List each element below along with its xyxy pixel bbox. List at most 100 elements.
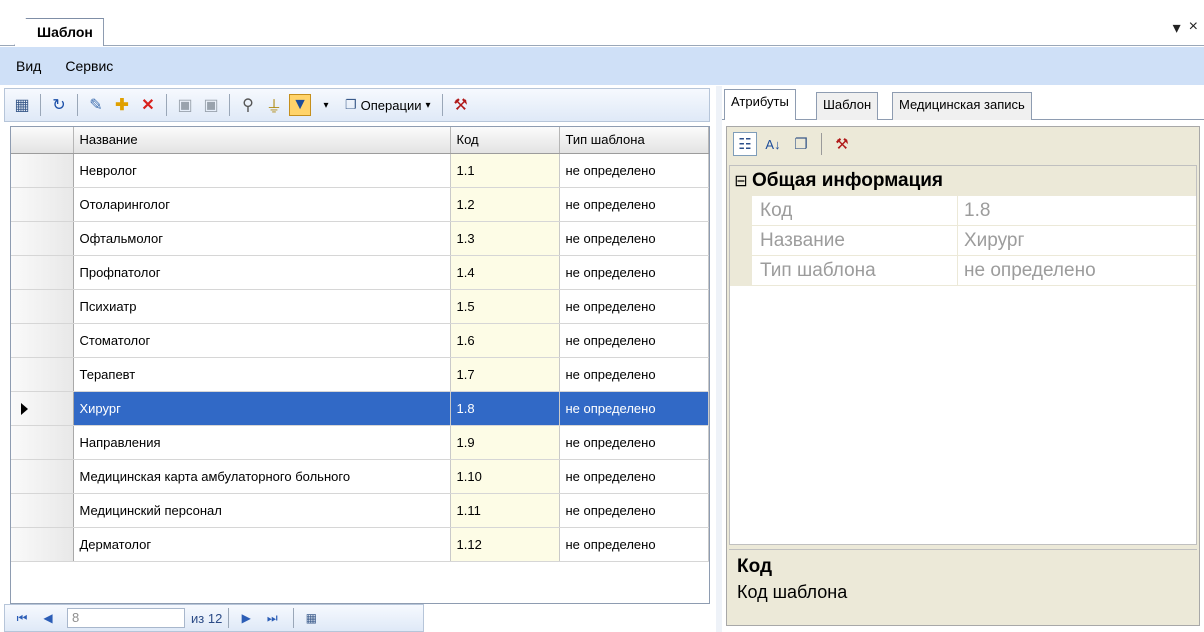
table-row[interactable]: Психиатр 1.5 не определено [11, 289, 709, 324]
cell-type[interactable]: не определено [559, 493, 709, 528]
tools-icon[interactable]: ⚒ [450, 94, 472, 116]
cell-name[interactable]: Медицинская карта амбулаторного больного [73, 459, 451, 494]
cell-type[interactable]: не определено [559, 221, 709, 256]
cell-name[interactable]: Офтальмолог [73, 221, 451, 256]
last-record-icon[interactable]: ⏭ [261, 608, 283, 628]
table-row[interactable]: Направления 1.9 не определено [11, 425, 709, 460]
pin-dropdown-icon[interactable]: ▾ [1173, 18, 1181, 38]
cell-type[interactable]: не определено [559, 391, 709, 426]
cell-name[interactable]: Хирург [73, 391, 451, 426]
record-position-input[interactable]: 8 [67, 608, 185, 628]
cell-type[interactable]: не определено [559, 255, 709, 290]
row-indicator[interactable] [11, 425, 74, 460]
cell-code[interactable]: 1.12 [450, 527, 560, 562]
previous-record-icon[interactable]: ◀ [37, 608, 59, 628]
filter-clear-icon[interactable]: ⏚ [263, 94, 285, 116]
tab-attributes[interactable]: Атрибуты [724, 89, 796, 120]
save-icon[interactable]: ▣ [174, 94, 196, 116]
cell-code[interactable]: 1.1 [450, 153, 560, 188]
row-indicator[interactable] [11, 357, 74, 392]
table-row[interactable]: Медицинская карта амбулаторного больного… [11, 459, 709, 494]
cell-type[interactable]: не определено [559, 187, 709, 222]
cell-type[interactable]: не определено [559, 153, 709, 188]
collapse-icon[interactable]: ⊟ [730, 171, 752, 191]
tab-medical-record[interactable]: Медицинская запись [892, 92, 1032, 120]
tab-template[interactable]: Шаблон [816, 92, 879, 120]
row-indicator[interactable] [11, 391, 74, 426]
tools-icon[interactable]: ⚒ [830, 132, 854, 156]
column-header-code[interactable]: Код [450, 127, 560, 154]
document-tab[interactable]: Шаблон [14, 18, 104, 46]
table-row[interactable]: Профпатолог 1.4 не определено [11, 255, 709, 290]
property-value[interactable]: 1.8 [958, 196, 1196, 226]
cell-type[interactable]: не определено [559, 459, 709, 494]
table-view-icon[interactable]: ▦ [300, 608, 322, 628]
categorized-icon[interactable]: ☷ [733, 132, 757, 156]
save-all-icon[interactable]: ▣ [200, 94, 222, 116]
cell-type[interactable]: не определено [559, 323, 709, 358]
menu-item-service[interactable]: Сервис [53, 58, 125, 74]
row-indicator[interactable] [11, 187, 74, 222]
table-row[interactable]: Офтальмолог 1.3 не определено [11, 221, 709, 256]
cell-name[interactable]: Стоматолог [73, 323, 451, 358]
cell-code[interactable]: 1.11 [450, 493, 560, 528]
cell-code[interactable]: 1.4 [450, 255, 560, 290]
filter-icon[interactable]: ▼ [289, 94, 311, 116]
find-icon[interactable]: ⚲ [237, 94, 259, 116]
delete-icon[interactable]: ✕ [137, 94, 159, 116]
property-category[interactable]: ⊟ Общая информация [730, 166, 1196, 196]
table-row[interactable]: Стоматолог 1.6 не определено [11, 323, 709, 358]
close-icon[interactable]: × [1189, 18, 1198, 38]
cell-type[interactable]: не определено [559, 357, 709, 392]
row-indicator[interactable] [11, 493, 74, 528]
property-row[interactable]: Код 1.8 [730, 196, 1196, 226]
next-record-icon[interactable]: ▶ [235, 608, 257, 628]
row-indicator[interactable] [11, 153, 74, 188]
operations-button[interactable]: ❐ Операции ▾ [339, 97, 437, 113]
table-row[interactable]: Терапевт 1.7 не определено [11, 357, 709, 392]
property-row[interactable]: Название Хирург [730, 226, 1196, 256]
cell-name[interactable]: Терапевт [73, 357, 451, 392]
property-value[interactable]: Хирург [958, 226, 1196, 256]
cell-code[interactable]: 1.10 [450, 459, 560, 494]
row-indicator[interactable] [11, 221, 74, 256]
property-row[interactable]: Тип шаблона не определено [730, 256, 1196, 286]
column-header-type[interactable]: Тип шаблона [559, 127, 709, 154]
cell-code[interactable]: 1.3 [450, 221, 560, 256]
cell-name[interactable]: Отоларинголог [73, 187, 451, 222]
property-pages-icon[interactable]: ❐ [789, 132, 813, 156]
cell-code[interactable]: 1.6 [450, 323, 560, 358]
cell-code[interactable]: 1.7 [450, 357, 560, 392]
row-indicator[interactable] [11, 255, 74, 290]
row-indicator[interactable] [11, 323, 74, 358]
menu-item-view[interactable]: Вид [4, 58, 53, 74]
row-indicator[interactable] [11, 459, 74, 494]
cell-name[interactable]: Направления [73, 425, 451, 460]
table-row[interactable]: Невролог 1.1 не определено [11, 153, 709, 188]
refresh-icon[interactable]: ↻ [48, 94, 70, 116]
cell-code[interactable]: 1.2 [450, 187, 560, 222]
grid-view-icon[interactable]: ▦ [11, 94, 33, 116]
row-indicator[interactable] [11, 289, 74, 324]
first-record-icon[interactable]: ⏮ [11, 608, 33, 628]
column-header-name[interactable]: Название [73, 127, 451, 154]
sort-alphabetical-icon[interactable]: A↓ [761, 132, 785, 156]
cell-name[interactable]: Дерматолог [73, 527, 451, 562]
edit-icon[interactable]: ✎ [85, 94, 107, 116]
table-row[interactable]: Отоларинголог 1.2 не определено [11, 187, 709, 222]
cell-code[interactable]: 1.5 [450, 289, 560, 324]
table-row-selected[interactable]: Хирург 1.8 не определено [11, 391, 709, 426]
cell-name[interactable]: Профпатолог [73, 255, 451, 290]
row-indicator[interactable] [11, 527, 74, 562]
cell-code[interactable]: 1.8 [450, 391, 560, 426]
filter-dropdown-icon[interactable]: ▾ [315, 94, 337, 116]
cell-name[interactable]: Невролог [73, 153, 451, 188]
table-row[interactable]: Медицинский персонал 1.11 не определено [11, 493, 709, 528]
cell-type[interactable]: не определено [559, 289, 709, 324]
cell-code[interactable]: 1.9 [450, 425, 560, 460]
table-row[interactable]: Дерматолог 1.12 не определено [11, 527, 709, 562]
cell-type[interactable]: не определено [559, 527, 709, 562]
property-value[interactable]: не определено [958, 256, 1196, 286]
cell-type[interactable]: не определено [559, 425, 709, 460]
cell-name[interactable]: Медицинский персонал [73, 493, 451, 528]
